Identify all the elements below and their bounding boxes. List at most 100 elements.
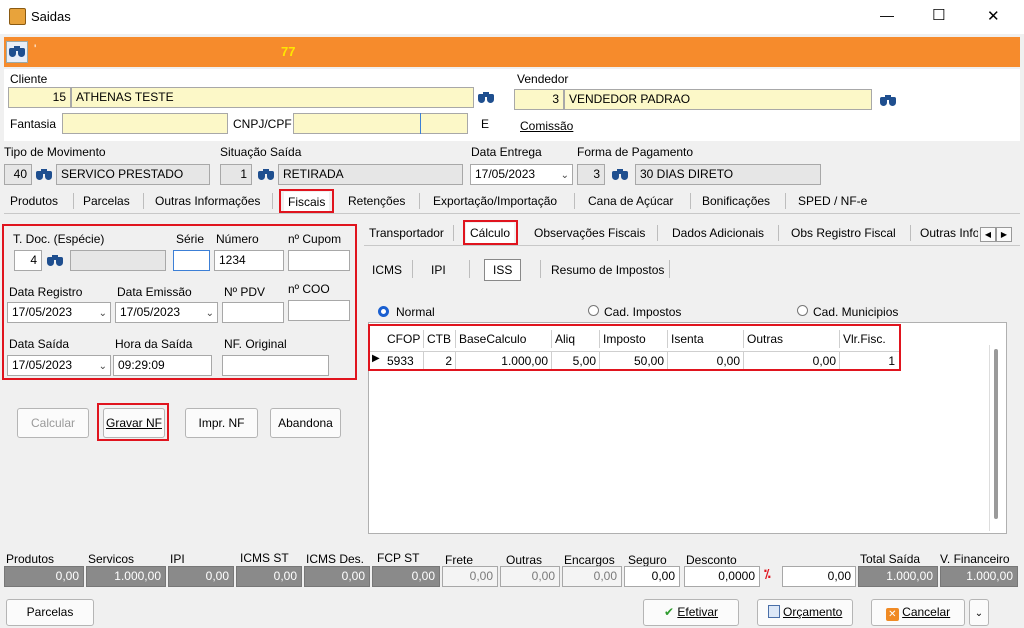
pagamento-name-field[interactable]: 30 DIAS DIRETO bbox=[635, 164, 821, 185]
serie-field[interactable] bbox=[173, 250, 210, 271]
pdv-field[interactable] bbox=[222, 302, 284, 323]
tdoc-desc-field[interactable] bbox=[70, 250, 166, 271]
taxtab-ipi[interactable]: IPI bbox=[427, 260, 450, 280]
situacao-label: Situação Saída bbox=[220, 145, 302, 159]
cliente-search-icon[interactable] bbox=[478, 91, 494, 105]
subtab-obs-registro-fiscal[interactable]: Obs Registro Fiscal bbox=[787, 223, 900, 243]
radio-cad-impostos[interactable] bbox=[588, 305, 599, 316]
cliente-code-field[interactable]: 15 bbox=[8, 87, 71, 108]
outras-field[interactable]: 0,00 bbox=[500, 566, 560, 587]
tab-produtos[interactable]: Produtos bbox=[6, 191, 62, 211]
cancelar-button[interactable]: ✕ Cancelar bbox=[871, 599, 965, 626]
hora-saida-field[interactable]: 09:29:09 bbox=[113, 355, 212, 376]
pagamento-label: Forma de Pagamento bbox=[577, 145, 694, 159]
tab-outras-informacoes[interactable]: Outras Informações bbox=[151, 191, 264, 211]
data-emissao-label: Data Emissão bbox=[117, 285, 192, 299]
situacao-search-icon[interactable] bbox=[258, 168, 274, 182]
tab-parcelas[interactable]: Parcelas bbox=[79, 191, 134, 211]
desconto-pct-field[interactable]: 0,0000 bbox=[684, 566, 760, 587]
numero-label: Número bbox=[216, 232, 259, 246]
coo-field[interactable] bbox=[288, 300, 350, 321]
cliente-label: Cliente bbox=[10, 72, 48, 86]
produtos-total-field: 0,00 bbox=[4, 566, 84, 587]
data-saida-value: 17/05/2023 bbox=[12, 358, 73, 372]
grid-scrollbar[interactable] bbox=[989, 345, 1001, 531]
maximize-icon[interactable]: ☐ bbox=[932, 6, 945, 24]
tab-exportacao-importacao[interactable]: Exportação/Importação bbox=[429, 191, 561, 211]
movimento-name-field[interactable]: SERVICO PRESTADO bbox=[56, 164, 210, 185]
icms-des-total-label: ICMS Des. bbox=[306, 552, 365, 566]
frete-field[interactable]: 0,00 bbox=[442, 566, 498, 587]
orcamento-button[interactable]: Orçamento bbox=[757, 599, 853, 626]
data-saida-field[interactable]: 17/05/2023 ⌄ bbox=[7, 355, 111, 376]
tab-scroll-right-button[interactable]: ▶ bbox=[996, 227, 1012, 242]
situacao-code-field[interactable]: 1 bbox=[220, 164, 252, 185]
data-entrega-value: 17/05/2023 bbox=[475, 167, 536, 181]
cupom-field[interactable] bbox=[288, 250, 350, 271]
tdoc-code-field[interactable]: 4 bbox=[14, 250, 42, 271]
numero-field[interactable]: 1234 bbox=[214, 250, 284, 271]
data-registro-field[interactable]: 17/05/2023 ⌄ bbox=[7, 302, 111, 323]
efetivar-button[interactable]: ✔ Efetivar bbox=[643, 599, 739, 626]
frete-label: Frete bbox=[445, 553, 474, 567]
more-options-button[interactable]: ⌄ bbox=[969, 599, 989, 626]
tab-bonificacoes[interactable]: Bonificações bbox=[698, 191, 774, 211]
situacao-name-field[interactable]: RETIRADA bbox=[278, 164, 463, 185]
desconto-value-field[interactable]: 0,00 bbox=[782, 566, 856, 587]
produtos-total-label: Produtos bbox=[6, 552, 55, 566]
subtab-transportador[interactable]: Transportador bbox=[365, 223, 448, 243]
radio-normal[interactable] bbox=[378, 306, 389, 317]
tdoc-search-icon[interactable] bbox=[47, 254, 63, 268]
pagamento-search-icon[interactable] bbox=[612, 168, 628, 182]
efetivar-label: Efetivar bbox=[677, 605, 719, 619]
minimize-icon[interactable]: — bbox=[880, 7, 894, 23]
tab-retencoes[interactable]: Retenções bbox=[344, 191, 409, 211]
vendedor-name-field[interactable]: VENDEDOR PADRAO bbox=[564, 89, 872, 110]
outras-label: Outras bbox=[506, 553, 543, 567]
nf-original-label: NF. Original bbox=[224, 337, 287, 351]
subtab-observacoes-fiscais[interactable]: Observações Fiscais bbox=[530, 223, 649, 243]
fantasia-field[interactable] bbox=[62, 113, 228, 134]
radio-cad-municipios[interactable] bbox=[797, 305, 808, 316]
parcelas-button[interactable]: Parcelas bbox=[6, 599, 94, 626]
vendedor-code-field[interactable]: 3 bbox=[514, 89, 564, 110]
vendedor-search-icon[interactable] bbox=[880, 94, 896, 108]
fcp-st-total-label: FCP ST bbox=[377, 551, 420, 565]
tab-sped-nfe[interactable]: SPED / NF-e bbox=[794, 191, 871, 211]
servicos-total-label: Servicos bbox=[88, 552, 135, 566]
data-registro-value: 17/05/2023 bbox=[12, 305, 73, 319]
encargos-field[interactable]: 0,00 bbox=[562, 566, 622, 587]
gravar-nf-highlight bbox=[97, 403, 169, 441]
subtab-outras-info[interactable]: Outras Info bbox=[916, 223, 978, 243]
abandona-button[interactable]: Abandona bbox=[270, 408, 341, 438]
close-icon[interactable]: ✕ bbox=[987, 7, 1000, 25]
seguro-label: Seguro bbox=[628, 553, 667, 567]
check-icon: ✔ bbox=[663, 605, 675, 619]
coo-label: nº COO bbox=[288, 282, 330, 296]
subtab-dados-adicionais[interactable]: Dados Adicionais bbox=[668, 223, 768, 243]
movimento-search-icon[interactable] bbox=[36, 168, 52, 182]
grid-scrollbar-thumb[interactable] bbox=[994, 349, 998, 519]
impr-nf-button[interactable]: Impr. NF bbox=[185, 408, 258, 438]
chevron-down-icon: ⌄ bbox=[205, 308, 214, 319]
taxtab-icms[interactable]: ICMS bbox=[368, 260, 406, 280]
grid-highlight bbox=[368, 324, 901, 371]
tab-scroll-left-button[interactable]: ◀ bbox=[980, 227, 996, 242]
tab-cana-de-acucar[interactable]: Cana de Açúcar bbox=[584, 191, 677, 211]
calculo-tab-highlight bbox=[463, 220, 518, 245]
percent-toggle-icon[interactable]: ⁒ bbox=[764, 567, 771, 581]
cliente-name-field[interactable]: ATHENAS TESTE bbox=[71, 87, 474, 108]
calcular-button[interactable]: Calcular bbox=[17, 408, 89, 438]
pagamento-code-field[interactable]: 3 bbox=[577, 164, 605, 185]
chevron-down-icon: ⌄ bbox=[98, 361, 107, 372]
taxtab-iss[interactable]: ISS bbox=[484, 259, 522, 281]
seguro-field[interactable]: 0,00 bbox=[624, 566, 680, 587]
data-emissao-field[interactable]: 17/05/2023 ⌄ bbox=[115, 302, 218, 323]
taxtab-resumo-impostos[interactable]: Resumo de Impostos bbox=[547, 260, 668, 280]
data-entrega-field[interactable]: 17/05/2023 ⌄ bbox=[470, 164, 573, 185]
document-icon bbox=[767, 605, 780, 618]
movimento-code-field[interactable]: 40 bbox=[4, 164, 32, 185]
toolbar-search-button[interactable] bbox=[6, 41, 28, 63]
nf-original-field[interactable] bbox=[222, 355, 329, 376]
cnpj-field[interactable] bbox=[293, 113, 468, 134]
